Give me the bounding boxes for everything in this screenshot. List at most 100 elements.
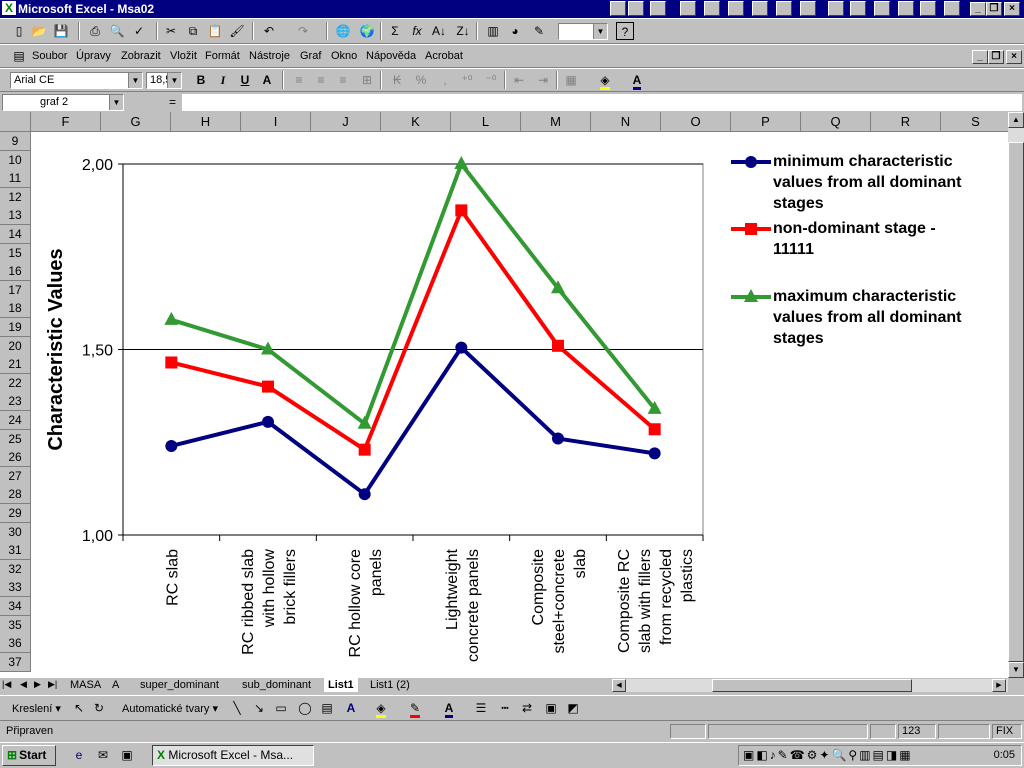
hyperlink-icon[interactable]: 🌐 (334, 22, 352, 40)
notes-icon[interactable] (776, 1, 792, 16)
restore-window-button[interactable]: ❐ (986, 2, 1002, 16)
data-point-marker[interactable] (262, 415, 274, 428)
row-header[interactable]: 14 (0, 225, 31, 244)
data-point-marker[interactable] (455, 341, 468, 354)
column-header[interactable]: L (451, 112, 521, 132)
excel-icon[interactable] (850, 1, 866, 16)
arrow-icon[interactable]: ↘ (250, 699, 268, 717)
row-header[interactable]: 15 (0, 243, 31, 263)
column-header[interactable]: J (311, 112, 381, 132)
italic-icon[interactable]: I (214, 71, 232, 89)
zoom-combo[interactable]: ▼ (558, 23, 608, 40)
menu-okno[interactable]: Okno (331, 50, 357, 62)
data-point-marker[interactable] (552, 432, 564, 445)
3d-icon[interactable]: ◩ (564, 699, 582, 717)
sort-descending-icon[interactable]: Z↓ (454, 22, 472, 40)
function-icon[interactable]: fx (408, 22, 426, 40)
tab-a[interactable]: A (108, 678, 123, 692)
save-icon[interactable]: 💾 (52, 22, 70, 40)
row-header[interactable]: 34 (0, 597, 31, 616)
menu-zobrazit[interactable]: Zobrazit (121, 50, 161, 62)
borders-icon[interactable]: ▦ (562, 71, 580, 89)
tray-icons[interactable]: ▣◧♪✎☎⚙✦🔍⚲▥▤◨▦ (743, 748, 913, 762)
shadow-icon[interactable]: ▣ (542, 699, 560, 717)
tasks-icon[interactable] (728, 1, 744, 16)
row-header[interactable]: 36 (0, 634, 31, 654)
row-header[interactable]: 24 (0, 411, 31, 430)
row-header[interactable]: 19 (0, 318, 31, 337)
row-header[interactable]: 16 (0, 262, 31, 282)
data-point-marker[interactable] (165, 439, 178, 452)
row-header[interactable]: 13 (0, 206, 31, 226)
vertical-scroll-thumb[interactable] (1008, 142, 1024, 662)
tab-sub-dominant[interactable]: sub_dominant (238, 678, 315, 692)
menu-napoveda[interactable]: Nápověda (366, 50, 416, 62)
rectangle-icon[interactable]: ▭ (272, 699, 290, 717)
line-chart[interactable]: 1,00 1,50 2,00 Characteristic Values RC slab… (31, 132, 996, 678)
tab-first-icon[interactable]: |◀ (2, 679, 11, 690)
chevron-down-icon[interactable]: ▼ (128, 73, 142, 88)
menu-soubor[interactable]: Soubor (32, 50, 67, 62)
row-header[interactable]: 37 (0, 652, 31, 672)
row-header[interactable]: 9 (0, 132, 31, 151)
desktop-quicklaunch-icon[interactable]: ▣ (118, 746, 136, 764)
column-header[interactable]: N (591, 112, 661, 132)
drawing-icon[interactable]: ✎ (530, 22, 548, 40)
word-icon[interactable] (828, 1, 844, 16)
sort-ascending-icon[interactable]: A↓ (430, 22, 448, 40)
column-header[interactable]: K (381, 112, 451, 132)
horizontal-scrollbar[interactable]: ◀ ▶ (612, 679, 1008, 692)
line-color-icon[interactable]: ✎ (406, 699, 424, 718)
journal-icon[interactable] (800, 1, 816, 16)
office-shortcut-icon[interactable] (610, 1, 626, 16)
font-color-icon[interactable]: A (440, 699, 458, 718)
line-icon[interactable]: ╲ (228, 699, 246, 717)
row-header[interactable]: 35 (0, 615, 31, 635)
select-objects-icon[interactable]: ↖ (70, 699, 88, 717)
row-header[interactable]: 28 (0, 485, 31, 505)
decrease-decimal-icon[interactable]: ⁻⁰ (482, 71, 500, 89)
doc-close-button[interactable]: × (1006, 50, 1022, 64)
autosum-icon[interactable]: Σ (386, 22, 404, 40)
chevron-down-icon[interactable]: ▼ (593, 24, 607, 39)
select-all-corner[interactable] (0, 112, 31, 132)
merge-center-icon[interactable]: ⊞ (358, 71, 376, 89)
line-style-icon[interactable]: ☰ (472, 699, 490, 717)
textbox-icon[interactable]: ▤ (318, 699, 336, 717)
row-header[interactable]: 33 (0, 578, 31, 598)
menu-format[interactable]: Formát (205, 50, 240, 62)
data-point-marker[interactable] (165, 356, 178, 369)
doc-restore-button[interactable]: ❐ (988, 50, 1004, 64)
autoshapes-menu-button[interactable]: Automatické tvary ▾ (122, 702, 218, 715)
bold-icon[interactable]: B (192, 71, 210, 89)
row-header[interactable]: 11 (0, 169, 31, 189)
map-icon[interactable]: ◕ (506, 22, 524, 40)
chevron-down-icon[interactable]: ▼ (167, 73, 181, 88)
column-header[interactable]: S (941, 112, 1008, 132)
fill-color-icon[interactable]: ◈ (372, 699, 390, 718)
row-header[interactable]: 18 (0, 299, 31, 319)
data-point-marker[interactable] (358, 443, 371, 456)
row-header[interactable]: 17 (0, 280, 31, 300)
tab-next-icon[interactable]: ▶ (34, 679, 41, 690)
copy-icon[interactable]: ⧉ (184, 22, 202, 40)
wordart-icon[interactable]: A (342, 699, 360, 717)
free-rotate-icon[interactable]: ↻ (90, 699, 108, 717)
new-document-icon[interactable] (628, 1, 644, 16)
font-color-icon[interactable]: A (628, 71, 646, 90)
menu-nastroje[interactable]: Nástroje (249, 50, 290, 62)
close-window-button[interactable]: × (1004, 2, 1020, 16)
document-control-icon[interactable]: ▤ (10, 47, 28, 65)
formula-input[interactable] (182, 94, 1022, 111)
paste-icon[interactable]: 📋 (206, 22, 224, 40)
ie-quicklaunch-icon[interactable]: e (70, 746, 88, 764)
scroll-up-arrow-icon[interactable]: ▲ (1008, 112, 1024, 128)
print-icon[interactable]: ⎙ (86, 22, 104, 40)
data-point-marker[interactable] (648, 447, 661, 460)
open-icon[interactable]: 📂 (30, 22, 48, 40)
row-header[interactable]: 31 (0, 541, 31, 561)
format-painter-icon[interactable]: 🖌 (228, 22, 246, 40)
name-box[interactable]: graf 2 ▼ (2, 94, 124, 111)
redo-icon[interactable]: ↷ (294, 22, 312, 40)
row-header[interactable]: 21 (0, 355, 31, 375)
